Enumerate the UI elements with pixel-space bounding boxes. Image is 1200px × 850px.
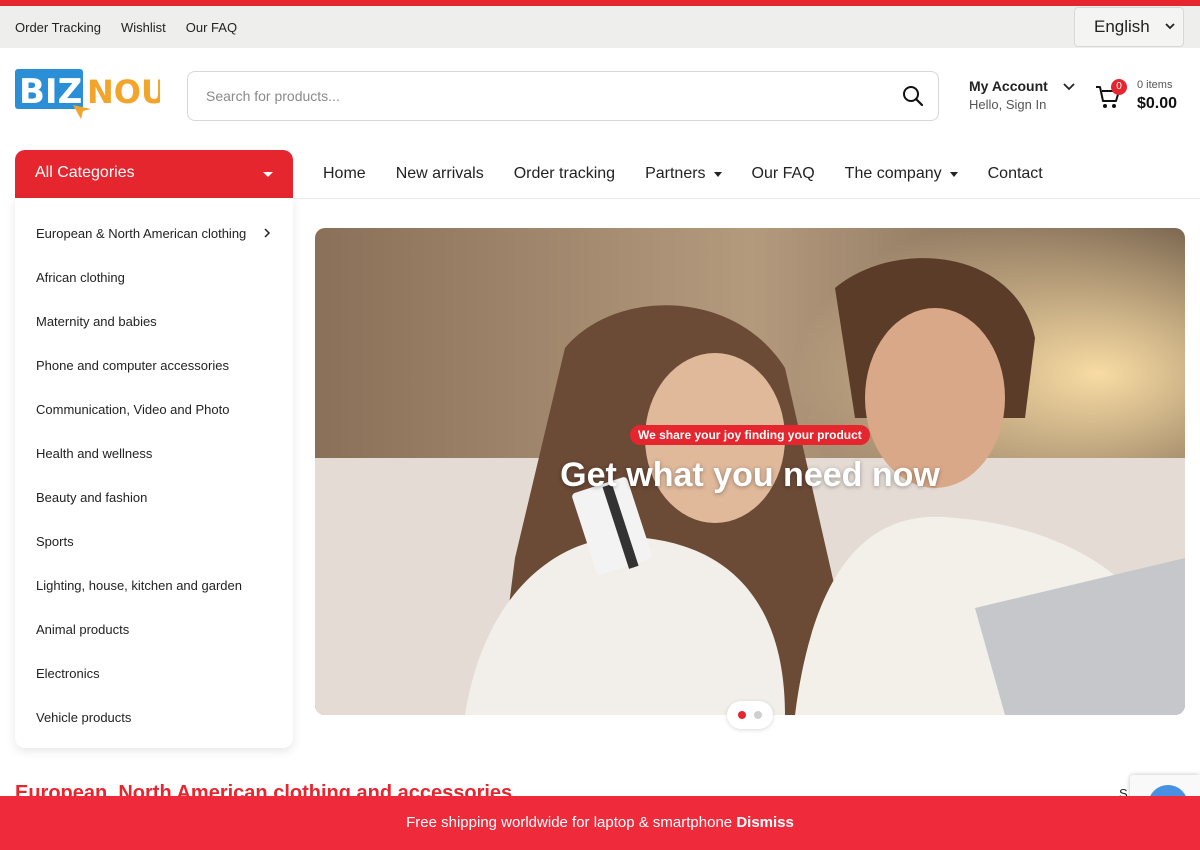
nav-contact[interactable]: Contact	[988, 165, 1043, 183]
all-categories-label: All Categories	[35, 164, 135, 181]
caret-down-icon	[713, 171, 722, 177]
category-label: Animal products	[36, 621, 130, 637]
category-label: Electronics	[36, 665, 100, 681]
category-item-animal-products[interactable]: Animal products	[15, 607, 293, 651]
search-placeholder: Search for products...	[206, 88, 340, 104]
category-item-phone-computer-accessories[interactable]: Phone and computer accessories	[15, 343, 293, 387]
nav-order-tracking-label: Order tracking	[513, 165, 616, 182]
nav-new-arrivals[interactable]: New arrivals	[396, 165, 484, 183]
category-item-african-clothing[interactable]: African clothing	[15, 255, 293, 299]
category-label: European & North American clothing	[36, 225, 247, 241]
slider-dot-active[interactable]	[738, 711, 746, 719]
chevron-right-icon	[264, 228, 271, 238]
cart[interactable]: 0 0 items $0.00	[1094, 78, 1194, 118]
cart-total: $0.00	[1137, 95, 1178, 112]
order-tracking-link[interactable]: Order Tracking	[15, 20, 101, 35]
category-item-maternity-and-babies[interactable]: Maternity and babies	[15, 299, 293, 343]
category-item-sports[interactable]: Sports	[15, 519, 293, 563]
top-links: Order Tracking Wishlist Our FAQ	[15, 6, 237, 48]
language-value: English	[1094, 17, 1150, 36]
nav-new-arrivals-label: New arrivals	[395, 165, 484, 182]
dismiss-link[interactable]: Dismiss	[736, 814, 794, 831]
all-categories-button[interactable]: All Categories	[15, 150, 293, 198]
store-notice-bar: Free shipping worldwide for laptop & sma…	[0, 796, 1200, 850]
category-label: Communication, Video and Photo	[36, 401, 230, 417]
caret-down-icon	[949, 171, 958, 177]
category-item-beauty-and-fashion[interactable]: Beauty and fashion	[15, 475, 293, 519]
slider-dot[interactable]	[754, 711, 762, 719]
chevron-down-icon	[1063, 83, 1075, 91]
nav-the-company-label: The company	[844, 165, 942, 182]
nav-faq[interactable]: Our FAQ	[752, 165, 815, 183]
category-item-vehicle-products[interactable]: Vehicle products	[15, 695, 293, 739]
nav-partners[interactable]: Partners	[645, 165, 722, 183]
category-label: Sports	[36, 533, 74, 549]
category-menu: European & North American clothing Afric…	[15, 198, 293, 748]
nav-contact-label: Contact	[987, 165, 1043, 182]
account-subtitle: Hello, Sign In	[969, 97, 1047, 112]
category-item-health-and-wellness[interactable]: Health and wellness	[15, 431, 293, 475]
search-bar[interactable]: Search for products...	[187, 71, 939, 121]
category-item-electronics[interactable]: Electronics	[15, 651, 293, 695]
category-item-lighting-house-kitchen-garden[interactable]: Lighting, house, kitchen and garden	[15, 563, 293, 607]
cart-items-label: 0 items	[1137, 79, 1173, 91]
category-label: Health and wellness	[36, 445, 153, 461]
nav-the-company[interactable]: The company	[845, 165, 958, 183]
search-icon[interactable]	[902, 85, 924, 107]
hero-banner[interactable]: We share your joy finding your product G…	[315, 228, 1185, 715]
site-logo[interactable]: BIZ NOU	[15, 67, 167, 123]
category-label: Vehicle products	[36, 709, 132, 725]
caret-down-icon	[263, 172, 273, 177]
nav-faq-label: Our FAQ	[751, 165, 815, 182]
chevron-down-icon	[1165, 23, 1175, 30]
category-label: Lighting, house, kitchen and garden	[36, 577, 242, 593]
notice-text: Free shipping worldwide for laptop & sma…	[406, 814, 737, 831]
nav-order-tracking[interactable]: Order tracking	[514, 165, 615, 183]
nav-partners-label: Partners	[645, 165, 706, 182]
nav-home[interactable]: Home	[323, 165, 366, 183]
logo-mark: BIZ NOU	[15, 69, 167, 119]
main-nav: Home New arrivals Order tracking Partner…	[323, 150, 1073, 198]
hero-title: Get what you need now	[560, 456, 940, 494]
my-account[interactable]: My Account Hello, Sign In	[969, 78, 1079, 118]
cart-count-badge: 0	[1111, 79, 1127, 95]
top-bar: Order Tracking Wishlist Our FAQ English	[0, 6, 1200, 48]
hero-tagline-badge: We share your joy finding your product	[630, 425, 870, 445]
slider-dots	[727, 701, 773, 729]
category-label: Maternity and babies	[36, 313, 157, 329]
nav-divider	[293, 198, 1200, 199]
category-item-european-north-american-clothing[interactable]: European & North American clothing	[15, 211, 293, 255]
faq-link[interactable]: Our FAQ	[186, 20, 237, 35]
logo-text-left: BIZ	[19, 72, 82, 112]
category-label: African clothing	[36, 269, 125, 285]
category-item-communication-video-photo[interactable]: Communication, Video and Photo	[15, 387, 293, 431]
logo-text-right: NOU	[87, 73, 160, 111]
category-label: Phone and computer accessories	[36, 357, 229, 373]
category-label: Beauty and fashion	[36, 489, 148, 505]
language-select[interactable]: English	[1074, 7, 1184, 47]
nav-home-label: Home	[323, 165, 366, 182]
wishlist-link[interactable]: Wishlist	[121, 20, 166, 35]
